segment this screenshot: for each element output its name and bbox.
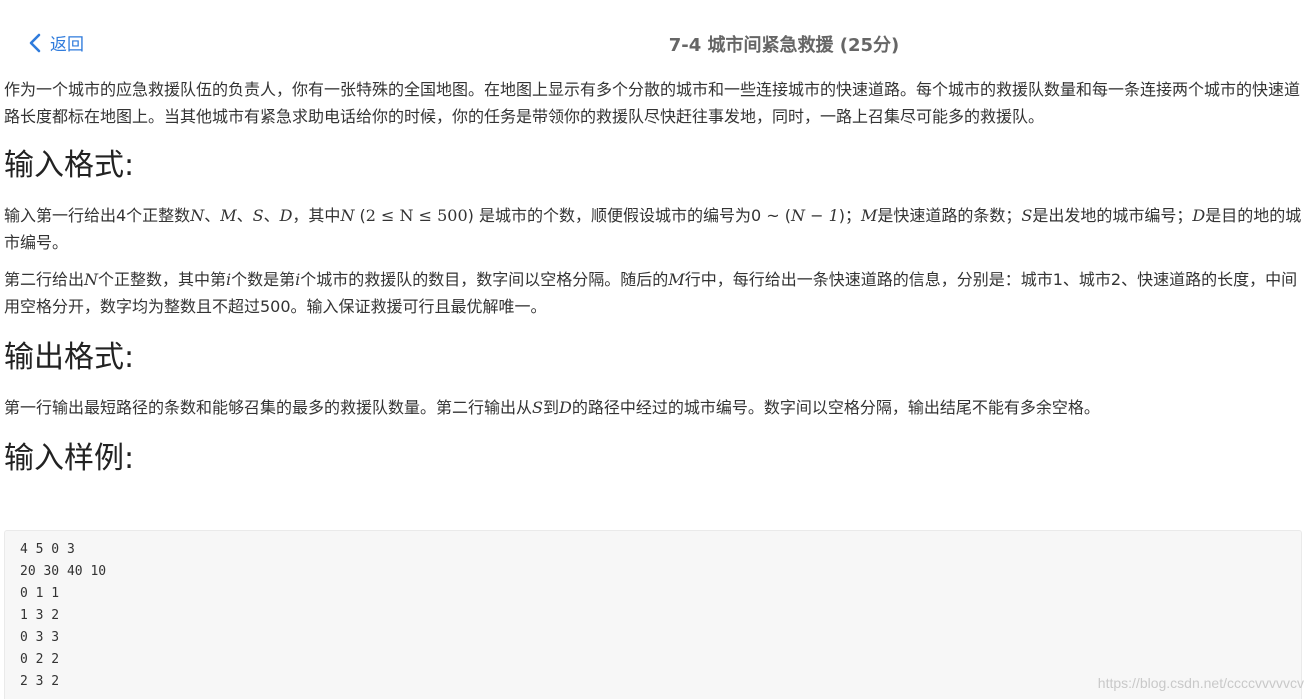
input-format-paragraph-1: 输入第一行给出4个正整数N、M、S、D，其中N (2 ≤ N ≤ 500) 是城… xyxy=(4,206,1302,252)
code-line: 4 5 0 3 xyxy=(20,542,75,557)
code-line: 0 1 1 xyxy=(20,586,60,601)
top-bar: 返回 7-4 城市间紧急救援 (25分) xyxy=(0,0,1312,76)
page-title: 7-4 城市间紧急救援 (25分) xyxy=(668,35,900,56)
output-format-paragraph: 第一行输出最短路径的条数和能够召集的最多的救援队数量。第二行输出从S到D的路径中… xyxy=(4,398,1100,417)
code-line: 1 3 2 xyxy=(20,608,60,623)
problem-intro: 作为一个城市的应急救援队伍的负责人，你有一张特殊的全国地图。在地图上显示有多个分… xyxy=(4,80,1301,126)
watermark: https://blog.csdn.net/ccccvvvvvcv xyxy=(1097,675,1304,691)
code-line: 2 3 2 xyxy=(20,674,60,689)
sample-input-code-block[interactable]: 4 5 0 3 20 30 40 10 0 1 1 1 3 2 0 3 3 0 2 2 2 … xyxy=(4,530,1302,699)
code-line: 0 2 2 xyxy=(20,652,60,667)
code-line: 0 3 3 xyxy=(20,630,60,645)
output-format-heading: 输出格式: xyxy=(4,340,135,375)
input-format-paragraph-2: 第二行给出N个正整数，其中第i个数是第i个城市的救援队的数目，数字间以空格分隔。… xyxy=(4,270,1298,316)
code-line: 20 30 40 10 xyxy=(20,564,107,579)
problem-content: 作为一个城市的应急救援队伍的负责人，你有一张特殊的全国地图。在地图上显示有多个分… xyxy=(4,76,1306,479)
sample-input-heading: 输入样例: xyxy=(4,441,135,476)
input-format-heading: 输入格式: xyxy=(4,148,135,183)
problem-page: 返回 7-4 城市间紧急救援 (25分) 作为一个城市的应急救援队伍的负责人，你… xyxy=(0,0,1312,699)
